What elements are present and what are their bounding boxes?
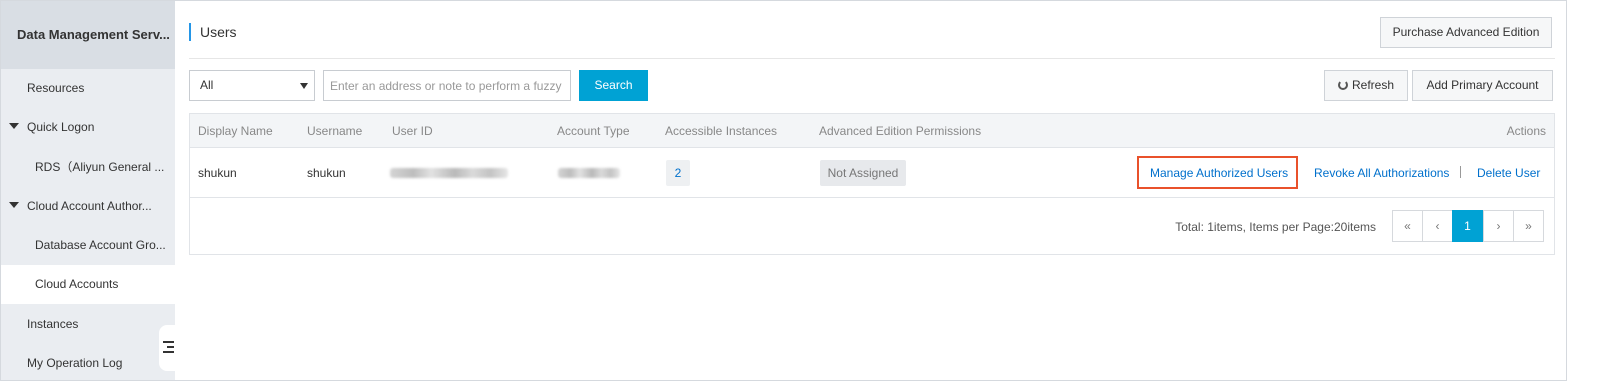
cell-display-name: shukun [198,166,237,180]
purchase-advanced-edition-button[interactable]: Purchase Advanced Edition [1380,17,1552,48]
table-row: shukun shukun 2 Not Assigned Manage Auth… [190,148,1554,198]
sidebar-item-rds[interactable]: RDS（Aliyun General ... [1,148,175,187]
sidebar-item-quick-logon[interactable]: Quick Logon [1,108,175,147]
add-primary-account-button[interactable]: Add Primary Account [1412,70,1553,101]
filter-select[interactable]: All [189,70,315,101]
sidebar-item-resources[interactable]: Resources [1,69,175,108]
sidebar: Data Management Serv... Resources Quick … [1,1,175,380]
column-header-advanced-edition-permissions: Advanced Edition Permissions [819,124,982,138]
sidebar-item-label: Cloud Account Author... [27,199,152,213]
column-header-display-name: Display Name [198,124,273,138]
app-window: Data Management Serv... Resources Quick … [0,0,1567,381]
sidebar-item-label: Instances [27,317,79,331]
column-header-account-type: Account Type [557,124,630,138]
sidebar-item-cloud-account-authorization[interactable]: Cloud Account Author... [1,187,175,226]
delete-user-link[interactable]: Delete User [1477,148,1540,198]
cell-username: shukun [307,166,346,180]
dropdown-arrow-icon [300,83,308,89]
sidebar-item-label: My Operation Log [27,356,123,370]
filter-select-value: All [200,78,214,92]
table-header: Display Name Username User ID Account Ty… [190,114,1554,148]
last-page-button[interactable]: » [1513,210,1544,242]
column-header-username: Username [307,124,363,138]
column-header-accessible-instances: Accessible Instances [665,124,778,138]
collapse-sidebar-icon [163,341,174,353]
sidebar-title: Data Management Serv... [1,1,175,69]
next-page-button[interactable]: › [1483,210,1514,242]
sidebar-item-cloud-accounts[interactable]: Cloud Accounts [1,265,175,304]
sidebar-item-label: Resources [27,81,85,95]
divider [189,58,1555,59]
refresh-label: Refresh [1351,78,1395,92]
redacted-account-type [558,168,620,178]
sidebar-item-label: Database Account Gro... [35,238,166,252]
column-header-user-id: User ID [392,124,433,138]
action-separator [1460,166,1461,178]
accessible-instances-count[interactable]: 2 [666,160,690,186]
pagination-summary: Total: 1items, Items per Page:20items [1175,220,1376,234]
sidebar-item-label: RDS（Aliyun General ... [35,160,165,174]
page-title: Users [189,23,237,41]
collapse-sidebar-button[interactable] [159,325,175,371]
search-button[interactable]: Search [579,70,648,101]
search-input[interactable] [323,70,571,101]
revoke-all-authorizations-link[interactable]: Revoke All Authorizations [1314,148,1449,198]
refresh-icon [1337,80,1348,90]
users-table: Display Name Username User ID Account Ty… [189,113,1555,255]
sidebar-item-label: Cloud Accounts [35,277,119,291]
sidebar-item-label: Quick Logon [27,120,95,134]
sidebar-item-instances[interactable]: Instances [1,305,175,344]
permission-status-badge: Not Assigned [820,160,906,186]
redacted-user-id [390,168,508,178]
sidebar-item-database-account-groups[interactable]: Database Account Gro... [1,226,175,265]
refresh-button[interactable]: Refresh [1324,70,1408,101]
main-content: Users Purchase Advanced Edition All Sear… [189,1,1555,380]
previous-page-button[interactable]: ‹ [1422,210,1453,242]
manage-authorized-users-link[interactable]: Manage Authorized Users [1150,148,1288,198]
column-header-actions: Actions [1506,124,1546,138]
page-button-current[interactable]: 1 [1452,210,1483,242]
first-page-button[interactable]: « [1392,210,1423,242]
caret-down-icon [9,122,19,129]
sidebar-item-my-operation-log[interactable]: My Operation Log [1,344,175,380]
caret-down-icon [9,201,19,208]
